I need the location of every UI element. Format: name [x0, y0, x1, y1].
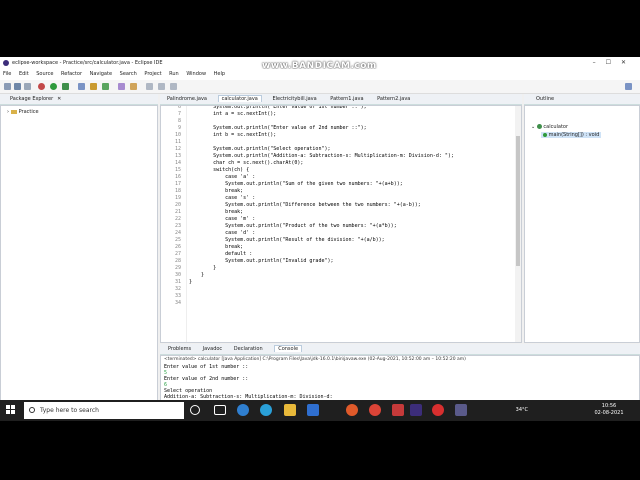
- app-icon[interactable]: [392, 404, 404, 416]
- outline-pane: ⌄ calculator main(String[]) : void: [524, 105, 640, 343]
- tab-console[interactable]: Console: [274, 345, 303, 352]
- outline-method[interactable]: main(String[]) : void: [541, 132, 602, 138]
- console-header: <terminated> calculator [Java Applicatio…: [164, 357, 466, 362]
- tree-item-practice[interactable]: › Practice: [7, 109, 39, 115]
- menu-file[interactable]: File: [3, 71, 11, 77]
- bottom-tab-bar: Problems Javadoc Declaration Console: [160, 344, 640, 355]
- code-editor[interactable]: 6 7 8 9 10 11 12 13 14 15 16 17 18 19 20…: [160, 105, 522, 343]
- project-name: Practice: [18, 109, 39, 115]
- taskbar-app-icon[interactable]: [455, 404, 467, 416]
- menu-edit[interactable]: Edit: [19, 71, 29, 77]
- menu-refactor[interactable]: Refactor: [61, 71, 82, 77]
- toolbar: [0, 80, 640, 94]
- project-folder-icon: [10, 109, 17, 114]
- tab-electricitybill[interactable]: Electricitybill.java: [269, 96, 319, 102]
- menu-project[interactable]: Project: [144, 71, 161, 77]
- edge-icon[interactable]: [237, 404, 249, 416]
- taskbar-clock[interactable]: 10:56 02-08-2021: [592, 403, 626, 417]
- next-annotation-icon[interactable]: [146, 83, 153, 90]
- run-icon[interactable]: [50, 83, 57, 90]
- outline-class-name: calculator: [543, 124, 569, 130]
- taskbar-search-input[interactable]: Type here to search: [24, 402, 184, 419]
- package-explorer-pane: › Practice: [0, 105, 158, 409]
- clock-date: 02-08-2021: [594, 410, 624, 416]
- line-number-gutter: 6 7 8 9 10 11 12 13 14 15 16 17 18 19 20…: [161, 105, 187, 342]
- class-icon: [536, 124, 542, 129]
- window-controls[interactable]: –☐✕: [593, 57, 636, 69]
- windows-start-icon[interactable]: [6, 405, 16, 415]
- new-package-icon[interactable]: [90, 83, 97, 90]
- forward-icon[interactable]: [170, 83, 177, 90]
- scrollbar-thumb[interactable]: [516, 136, 520, 266]
- tab-pattern1[interactable]: Pattern1.java: [327, 96, 366, 102]
- tab-problems[interactable]: Problems: [168, 346, 191, 352]
- eclipse-window: eclipse-workspace - Practice/src/calcula…: [0, 57, 640, 421]
- new-java-project-icon[interactable]: [78, 83, 85, 90]
- new-icon[interactable]: [4, 83, 11, 90]
- source-code[interactable]: System.out.println("Enter value of 1st n…: [189, 106, 454, 286]
- search-placeholder: Type here to search: [40, 407, 99, 414]
- firefox-icon[interactable]: [346, 404, 358, 416]
- line-numbers: 6 7 8 9 10 11 12 13 14 15 16 17 18 19 20…: [174, 105, 181, 306]
- outline-class[interactable]: ⌄ calculator: [531, 124, 568, 130]
- chevron-right-icon[interactable]: ›: [7, 109, 9, 115]
- eclipse-icon: [3, 60, 9, 66]
- windows-taskbar: Type here to search 34°C 10:56 02-08-202…: [0, 400, 640, 421]
- outline-tab[interactable]: Outline: [524, 94, 640, 105]
- task-view-icon[interactable]: [214, 405, 226, 415]
- outline-label: Outline: [536, 96, 555, 102]
- menu-source[interactable]: Source: [36, 71, 53, 77]
- menu-search[interactable]: Search: [120, 71, 137, 77]
- weather-temperature[interactable]: 34°C: [516, 407, 528, 413]
- outline-method-name: main(String[]) : void: [548, 132, 600, 138]
- editor-tab-bar: Palindrome.java calculator.java Electric…: [160, 94, 522, 105]
- save-icon[interactable]: [14, 83, 21, 90]
- bandicam-icon[interactable]: [432, 404, 444, 416]
- cortana-icon[interactable]: [190, 405, 200, 415]
- menu-bar: File Edit Source Refactor Navigate Searc…: [0, 69, 640, 80]
- chevron-down-icon[interactable]: ⌄: [531, 124, 535, 130]
- menu-navigate[interactable]: Navigate: [90, 71, 112, 77]
- eclipse-taskbar-icon[interactable]: [410, 404, 422, 416]
- new-class-icon[interactable]: [102, 83, 109, 90]
- coverage-icon[interactable]: [62, 83, 69, 90]
- search-toolbar-icon[interactable]: [130, 83, 137, 90]
- print-icon[interactable]: [24, 83, 31, 90]
- debug-icon[interactable]: [38, 83, 45, 90]
- package-explorer-tab[interactable]: Package Explorer ✕: [0, 94, 158, 105]
- package-explorer-label: Package Explorer: [10, 96, 54, 102]
- search-icon: [29, 407, 35, 413]
- menu-run[interactable]: Run: [169, 71, 179, 77]
- back-icon[interactable]: [158, 83, 165, 90]
- close-icon[interactable]: ✕: [57, 96, 61, 102]
- menu-help[interactable]: Help: [214, 71, 225, 77]
- method-icon: [543, 132, 547, 137]
- editor-scrollbar[interactable]: [515, 106, 521, 342]
- file-explorer-icon[interactable]: [284, 404, 296, 416]
- perspective-icon[interactable]: [625, 83, 632, 90]
- tab-calculator[interactable]: calculator.java: [217, 95, 262, 102]
- menu-window[interactable]: Window: [186, 71, 206, 77]
- tab-declaration[interactable]: Declaration: [234, 346, 263, 352]
- chrome-icon[interactable]: [369, 404, 381, 416]
- tab-pattern2[interactable]: Pattern2.java: [374, 96, 413, 102]
- clock-time: 10:56: [601, 403, 617, 409]
- tab-palindrome[interactable]: Palindrome.java: [164, 96, 210, 102]
- edge-new-icon[interactable]: [260, 404, 272, 416]
- open-type-icon[interactable]: [118, 83, 125, 90]
- tab-javadoc[interactable]: Javadoc: [203, 346, 223, 352]
- store-icon[interactable]: [307, 404, 319, 416]
- window-title: eclipse-workspace - Practice/src/calcula…: [12, 60, 163, 66]
